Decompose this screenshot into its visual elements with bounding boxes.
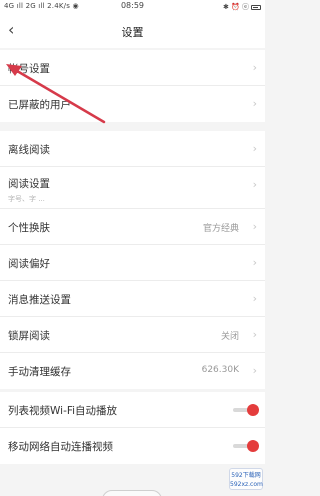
video-group: 列表视频Wi-Fi自动播放 移动网络自动连播视频 xyxy=(0,392,265,464)
reading-preference-row[interactable]: 阅读偏好 › xyxy=(0,245,265,281)
reading-settings-label: 阅读设置 xyxy=(8,178,50,190)
skin-row[interactable]: 个性换肤 官方经典 › xyxy=(0,209,265,245)
reading-settings-subtitle: 字号、字 ... xyxy=(8,195,45,203)
mobile-autoplay-row: 移动网络自动连播视频 xyxy=(0,428,265,464)
watermark-line2: 592xz.com xyxy=(230,481,263,488)
nav-bar: ‹ 设置 xyxy=(0,14,265,48)
reading-preference-label: 阅读偏好 xyxy=(8,258,50,270)
wifi-autoplay-row: 列表视频Wi-Fi自动播放 xyxy=(0,392,265,428)
account-group: 帐号设置 › 已屏蔽的用户 › xyxy=(0,50,265,122)
chevron-right-icon: › xyxy=(252,142,257,155)
chevron-right-icon: › xyxy=(252,178,257,191)
status-icons: ✱ ⏰ ⓔ xyxy=(223,2,261,12)
chevron-right-icon: › xyxy=(252,328,257,341)
clear-cache-label: 手动清理缓存 xyxy=(8,366,71,378)
page-title: 设置 xyxy=(121,26,144,39)
skin-value: 官方经典 xyxy=(202,224,239,234)
wifi-autoplay-toggle[interactable] xyxy=(233,404,259,416)
clear-cache-row[interactable]: 手动清理缓存 626.30K › xyxy=(0,353,265,389)
toggle-knob xyxy=(247,404,259,416)
lockscreen-reading-value: 关闭 xyxy=(220,332,239,342)
status-bar: 4G ıll 2G ıll 2.4K/s ◉ 08:59 ✱ ⏰ ⓔ xyxy=(0,0,265,14)
account-settings-row[interactable]: 帐号设置 › xyxy=(0,50,265,86)
reading-group: 离线阅读 › 阅读设置 字号、字 ... › 个性换肤 官方经典 › 阅读偏好 … xyxy=(0,131,265,389)
bottom-handle xyxy=(102,490,162,496)
blocked-users-row[interactable]: 已屏蔽的用户 › xyxy=(0,86,265,122)
mobile-autoplay-label: 移动网络自动连播视频 xyxy=(8,441,113,453)
chevron-right-icon: › xyxy=(252,256,257,269)
offline-reading-label: 离线阅读 xyxy=(8,144,50,156)
system-icons: ✱ ⏰ ⓔ xyxy=(222,3,249,11)
push-settings-label: 消息推送设置 xyxy=(8,294,71,306)
account-settings-label: 帐号设置 xyxy=(8,63,50,75)
offline-reading-row[interactable]: 离线阅读 › xyxy=(0,131,265,167)
wifi-autoplay-label: 列表视频Wi-Fi自动播放 xyxy=(8,405,118,417)
lockscreen-reading-row[interactable]: 锁屏阅读 关闭 › xyxy=(0,317,265,353)
cache-size-value: 626.30K xyxy=(201,365,239,375)
site-watermark: 592下载网 592xz.com xyxy=(229,468,263,490)
skin-label: 个性换肤 xyxy=(8,222,50,234)
toggle-knob xyxy=(247,440,259,452)
chevron-right-icon: › xyxy=(252,292,257,305)
chevron-right-icon: › xyxy=(252,220,257,233)
chevron-right-icon: › xyxy=(252,364,257,377)
battery-icon xyxy=(251,4,261,10)
push-settings-row[interactable]: 消息推送设置 › xyxy=(0,281,265,317)
watermark-line1: 592下载网 xyxy=(231,472,261,479)
mobile-autoplay-toggle[interactable] xyxy=(233,440,259,452)
reading-settings-row[interactable]: 阅读设置 字号、字 ... › xyxy=(0,167,265,209)
chevron-right-icon: › xyxy=(252,61,257,74)
chevron-right-icon: › xyxy=(252,97,257,110)
blocked-users-label: 已屏蔽的用户 xyxy=(8,99,71,111)
lockscreen-reading-label: 锁屏阅读 xyxy=(8,330,50,342)
